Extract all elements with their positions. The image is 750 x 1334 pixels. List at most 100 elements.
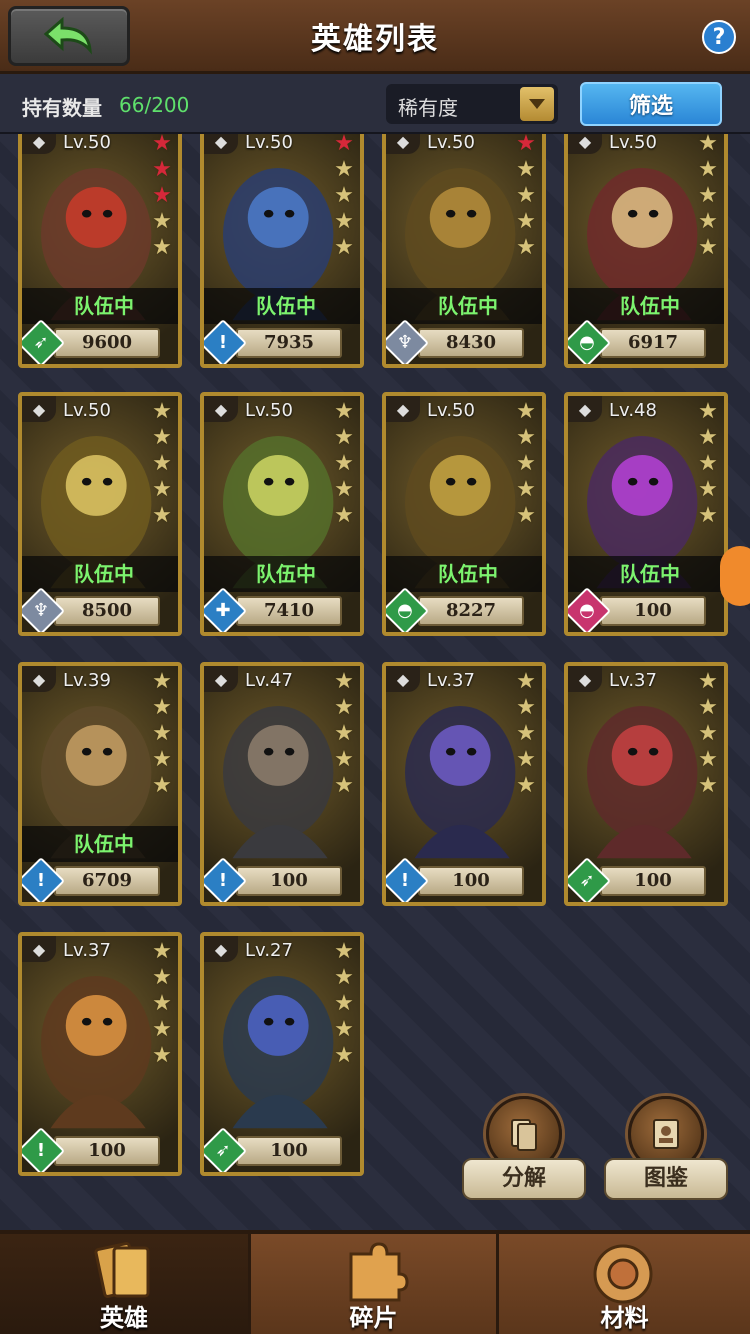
hero-stars: ★ ★ ★ ★ ★ bbox=[332, 670, 358, 800]
star-icon: ★ bbox=[152, 965, 172, 990]
hero-power: 8430 bbox=[418, 328, 524, 358]
star-icon: ★ bbox=[516, 747, 536, 772]
tab-heroes[interactable]: 英雄 bbox=[0, 1234, 248, 1334]
hero-card[interactable]: ◆ Lv.37 ★ ★ ★ ★ ★ 100 ➶ bbox=[564, 662, 728, 906]
dagger-icon: ! bbox=[36, 1140, 46, 1161]
hero-power: 6709 bbox=[54, 866, 160, 896]
hero-power: 100 bbox=[418, 866, 524, 896]
hero-card[interactable]: ◆ Lv.48 ★ ★ ★ ★ ★ 队伍中 100 ◓ bbox=[564, 392, 728, 636]
hero-stars: ★ ★ ★ ★ ★ bbox=[696, 134, 722, 262]
archer-icon: ➶ bbox=[579, 870, 595, 891]
hero-power: 100 bbox=[236, 866, 342, 896]
star-icon: ★ bbox=[516, 209, 536, 234]
star-icon: ★ bbox=[152, 183, 172, 208]
filter-button[interactable]: 筛选 bbox=[580, 82, 722, 126]
star-icon: ★ bbox=[698, 669, 718, 694]
staff-icon: ♆ bbox=[396, 332, 414, 353]
star-icon: ★ bbox=[152, 669, 172, 694]
star-icon: ★ bbox=[698, 235, 718, 260]
star-icon: ★ bbox=[152, 399, 172, 424]
back-button[interactable] bbox=[8, 6, 130, 66]
star-icon: ★ bbox=[152, 747, 172, 772]
in-team-banner: 队伍中 bbox=[386, 288, 542, 324]
decompose-button[interactable]: 分解 bbox=[462, 1096, 586, 1216]
hero-card[interactable]: ◆ Lv.50 ★ ★ ★ ★ ★ 队伍中 7935! bbox=[200, 134, 364, 368]
star-icon: ★ bbox=[334, 399, 354, 424]
hero-stars: ★ ★ ★ ★ ★ bbox=[332, 134, 358, 262]
hero-card[interactable]: ◆ Lv.47 ★ ★ ★ ★ ★ 100! bbox=[200, 662, 364, 906]
dagger-icon: ! bbox=[218, 870, 228, 891]
star-icon: ★ bbox=[152, 939, 172, 964]
hero-card[interactable]: ◆ Lv.50 ★ ★ ★ ★ ★ 队伍中 9600 ➶ bbox=[18, 134, 182, 368]
star-icon: ★ bbox=[698, 134, 718, 156]
star-icon: ★ bbox=[516, 451, 536, 476]
star-icon: ★ bbox=[334, 235, 354, 260]
own-count-value: 66/200 bbox=[119, 93, 190, 117]
star-icon: ★ bbox=[334, 721, 354, 746]
hero-card[interactable]: ◆ Lv.39 ★ ★ ★ ★ ★ 队伍中 6709! bbox=[18, 662, 182, 906]
star-icon: ★ bbox=[334, 157, 354, 182]
hero-card[interactable]: ◆ Lv.50 ★ ★ ★ ★ ★ 队伍中 8227 ◓ bbox=[382, 392, 546, 636]
hero-stars: ★ ★ ★ ★ ★ bbox=[150, 940, 176, 1070]
hero-stars: ★ ★ ★ ★ ★ bbox=[696, 400, 722, 530]
star-icon: ★ bbox=[516, 503, 536, 528]
staff-icon: ♆ bbox=[32, 600, 50, 621]
hero-card[interactable]: ◆ Lv.37 ★ ★ ★ ★ ★ 100! bbox=[382, 662, 546, 906]
cross-icon: ✚ bbox=[215, 600, 231, 621]
star-icon: ★ bbox=[334, 1043, 354, 1068]
hero-power: 6917 bbox=[600, 328, 706, 358]
hero-card[interactable]: ◆ Lv.37 ★ ★ ★ ★ ★ 100! bbox=[18, 932, 182, 1176]
star-icon: ★ bbox=[698, 157, 718, 182]
dropdown-arrow-icon[interactable] bbox=[520, 87, 554, 121]
hero-power: 8500 bbox=[54, 596, 160, 626]
in-team-banner: 队伍中 bbox=[568, 556, 724, 592]
help-button[interactable]: ? bbox=[702, 20, 736, 54]
star-icon: ★ bbox=[152, 477, 172, 502]
sort-dropdown[interactable]: 稀有度 bbox=[386, 84, 558, 124]
star-icon: ★ bbox=[152, 773, 172, 798]
hero-level: Lv.47 bbox=[245, 670, 293, 691]
star-icon: ★ bbox=[698, 773, 718, 798]
star-icon: ★ bbox=[152, 157, 172, 182]
side-pet-button[interactable] bbox=[720, 546, 750, 606]
star-icon: ★ bbox=[334, 183, 354, 208]
hero-stars: ★ ★ ★ ★ ★ bbox=[150, 134, 176, 262]
star-icon: ★ bbox=[334, 451, 354, 476]
star-icon: ★ bbox=[334, 695, 354, 720]
hero-grid: ◆ Lv.50 ★ ★ ★ ★ ★ 队伍中 9600 ➶ ◆ Lv.50 ★ ★ ★ ★ ★ 队伍中 7935! ◆ L… bbox=[0, 134, 750, 1230]
dagger-icon: ! bbox=[36, 870, 46, 891]
star-icon: ★ bbox=[334, 477, 354, 502]
tab-fragments[interactable]: 碎片 bbox=[248, 1234, 496, 1334]
star-icon: ★ bbox=[152, 209, 172, 234]
hero-stars: ★ ★ ★ ★ ★ bbox=[150, 670, 176, 800]
star-icon: ★ bbox=[334, 425, 354, 450]
hero-level: Lv.27 bbox=[245, 940, 293, 961]
star-icon: ★ bbox=[516, 425, 536, 450]
hero-stars: ★ ★ ★ ★ ★ bbox=[514, 400, 540, 530]
hero-stars: ★ ★ ★ ★ ★ bbox=[150, 400, 176, 530]
hero-power: 7935 bbox=[236, 328, 342, 358]
hero-stars: ★ ★ ★ ★ ★ bbox=[332, 400, 358, 530]
star-icon: ★ bbox=[698, 425, 718, 450]
dagger-icon: ! bbox=[400, 870, 410, 891]
hero-card[interactable]: ◆ Lv.50 ★ ★ ★ ★ ★ 队伍中 7410 ✚ bbox=[200, 392, 364, 636]
star-icon: ★ bbox=[152, 235, 172, 260]
hero-card[interactable]: ◆ Lv.50 ★ ★ ★ ★ ★ 队伍中 6917 ◓ bbox=[564, 134, 728, 368]
hero-card[interactable]: ◆ Lv.50 ★ ★ ★ ★ ★ 队伍中 8430 ♆ bbox=[382, 134, 546, 368]
help-icon: ? bbox=[712, 24, 726, 50]
star-icon: ★ bbox=[152, 721, 172, 746]
hero-card[interactable]: ◆ Lv.50 ★ ★ ★ ★ ★ 队伍中 8500 ♆ bbox=[18, 392, 182, 636]
star-icon: ★ bbox=[516, 183, 536, 208]
star-icon: ★ bbox=[516, 695, 536, 720]
hero-power: 100 bbox=[600, 866, 706, 896]
hero-card[interactable]: ◆ Lv.27 ★ ★ ★ ★ ★ 100 ➶ bbox=[200, 932, 364, 1176]
hero-level: Lv.50 bbox=[245, 134, 293, 153]
tab-materials[interactable]: 材料 bbox=[496, 1234, 750, 1334]
star-icon: ★ bbox=[698, 451, 718, 476]
star-icon: ★ bbox=[698, 721, 718, 746]
star-icon: ★ bbox=[516, 399, 536, 424]
star-icon: ★ bbox=[516, 235, 536, 260]
codex-button[interactable]: 图鉴 bbox=[604, 1096, 728, 1216]
in-team-banner: 队伍中 bbox=[568, 288, 724, 324]
in-team-banner: 队伍中 bbox=[22, 826, 178, 862]
